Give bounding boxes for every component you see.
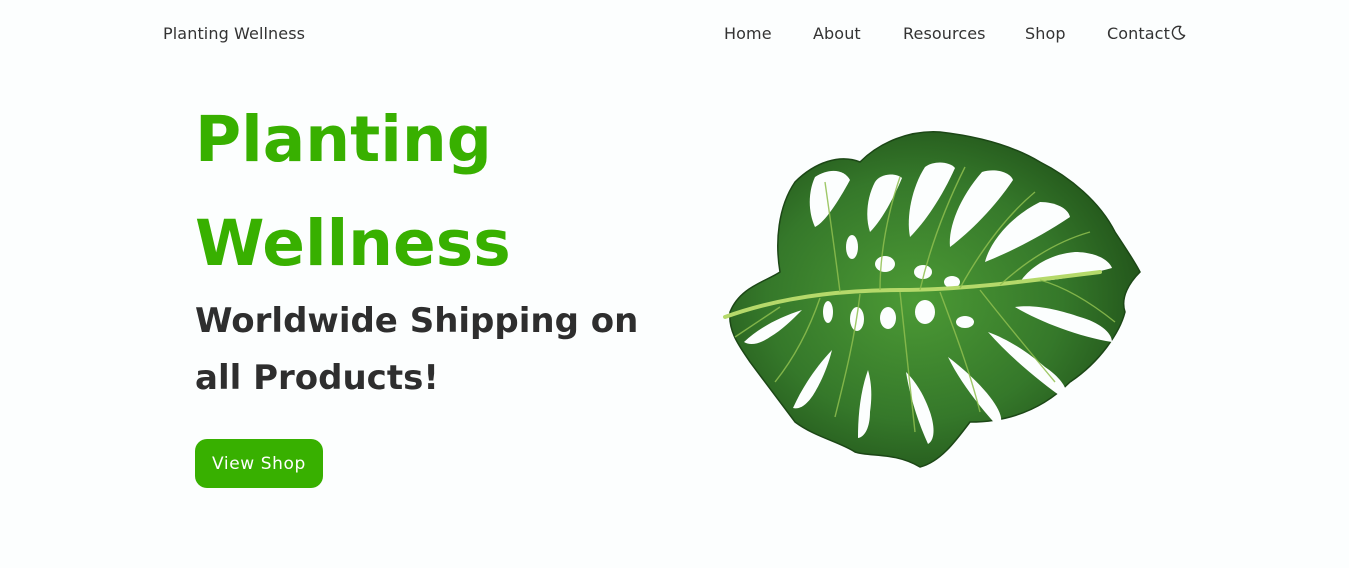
moon-icon-svg	[1171, 25, 1186, 40]
nav-links: Home About Resources Shop Contact	[0, 24, 1349, 48]
hero-subtitle-line-2: all Products!	[195, 358, 439, 398]
hero-title: Planting Wellness	[195, 88, 655, 296]
hero-subtitle: Worldwide Shipping on all Products!	[195, 293, 665, 407]
nav-link-resources[interactable]: Resources	[903, 24, 986, 43]
monstera-leaf-image	[720, 122, 1145, 472]
monstera-leaf-svg	[723, 131, 1141, 468]
nav-link-about[interactable]: About	[813, 24, 861, 43]
hero-title-line-1: Planting	[195, 103, 492, 176]
moon-icon[interactable]	[1170, 25, 1186, 41]
nav-link-home[interactable]: Home	[724, 24, 772, 43]
nav-link-contact[interactable]: Contact	[1107, 24, 1170, 43]
hero-title-line-2: Wellness	[195, 207, 511, 280]
top-navbar: Planting Wellness Home About Resources S…	[0, 0, 1349, 70]
nav-link-shop[interactable]: Shop	[1025, 24, 1066, 43]
hero-subtitle-line-1: Worldwide Shipping on	[195, 301, 639, 341]
view-shop-button[interactable]: View Shop	[195, 439, 323, 488]
